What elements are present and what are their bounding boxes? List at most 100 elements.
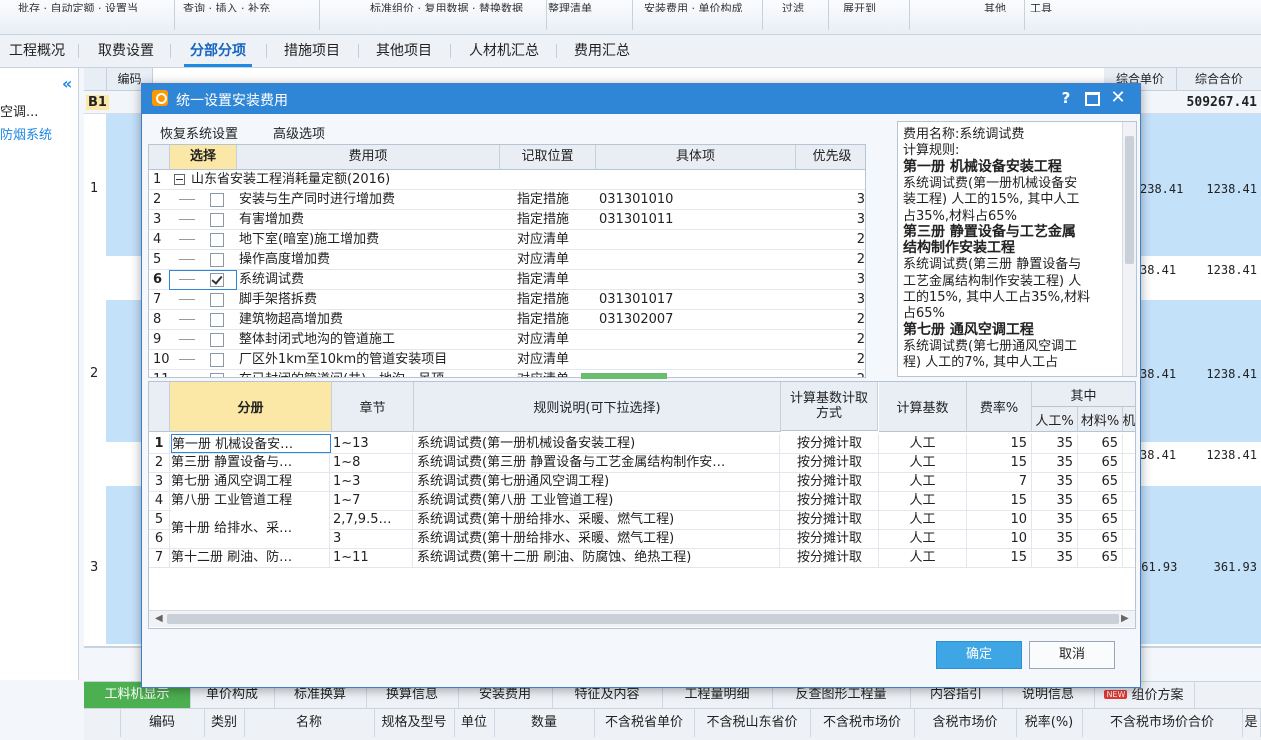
tree-item-smoke[interactable]: 防烟系统 xyxy=(0,124,52,143)
base-mode-cell[interactable]: 按分摊计取 xyxy=(781,510,879,529)
chapter-cell[interactable]: 1~8 xyxy=(333,453,413,472)
volume-cell[interactable]: 第十册 给排水、采… xyxy=(171,510,330,548)
rate-cell[interactable]: 15 xyxy=(967,548,1032,567)
chapter-cell[interactable]: 2,7,9.5… xyxy=(333,510,413,529)
table-row[interactable]: 9 整体封闭式地沟的管道施工 对应清单 2 xyxy=(149,330,865,350)
table-row[interactable]: 10 厂区外1km至10km的管道安装项目 对应清单 2 xyxy=(149,350,865,370)
table-row[interactable]: 8 建筑物超高增加费 指定措施 031302007 2 xyxy=(149,310,865,330)
toolbar-item[interactable]: 标准组价 · 复用数据 · 替换数据 xyxy=(370,0,540,12)
toolbar-item[interactable]: 其他 xyxy=(984,0,1018,12)
rate-cell[interactable]: 15 xyxy=(967,491,1032,510)
toolbar-item[interactable]: 展开到 xyxy=(843,0,903,12)
fee-position[interactable]: 对应清单 xyxy=(517,250,595,269)
labor-pct-cell[interactable]: 35 xyxy=(1032,453,1078,472)
fee-priority[interactable]: 3 xyxy=(799,270,865,289)
chapter-cell[interactable]: 1~7 xyxy=(333,491,413,510)
fee-specific-item[interactable] xyxy=(599,270,791,289)
labor-pct-cell[interactable]: 35 xyxy=(1032,434,1078,453)
toolbar-item[interactable]: 查询 · 插入 · 补充 xyxy=(183,0,313,12)
base-mode-cell[interactable]: 按分摊计取 xyxy=(781,453,879,472)
fee-priority[interactable]: 3 xyxy=(799,210,865,229)
rule-cell[interactable]: 系统调试费(第一册机械设备安装工程) xyxy=(417,434,780,453)
fee-priority[interactable]: 2 xyxy=(799,330,865,349)
fee-position[interactable]: 指定措施 xyxy=(517,210,595,229)
labor-pct-cell[interactable]: 35 xyxy=(1032,491,1078,510)
table-row-group[interactable]: 1 山东省安装工程消耗量定额(2016) xyxy=(149,170,865,190)
fee-specific-item[interactable]: 031301011 xyxy=(599,210,791,229)
rate-cell[interactable]: 10 xyxy=(967,510,1032,529)
fee-priority[interactable]: 2 xyxy=(799,350,865,369)
fee-position[interactable]: 对应清单 xyxy=(517,230,595,249)
material-pct-cell[interactable]: 65 xyxy=(1078,472,1123,491)
table-row[interactable]: 6 系统调试费 指定清单 3 xyxy=(149,270,865,290)
rule-cell[interactable]: 系统调试费(第十册给排水、采暖、燃气工程) xyxy=(417,510,780,529)
splitter-handle[interactable] xyxy=(581,373,667,379)
rule-cell[interactable]: 系统调试费(第十二册 刷油、防腐蚀、绝热工程) xyxy=(417,548,780,567)
table-row[interactable]: 4 第八册 工业管道工程 1~7 系统调试费(第八册 工业管道工程) 按分摊计取 人工 15… xyxy=(149,491,1135,511)
toolbar-item[interactable]: 整理清单 xyxy=(548,0,626,12)
fee-priority[interactable]: 3 xyxy=(799,290,865,309)
rule-cell[interactable]: 系统调试费(第十册给排水、采暖、燃气工程) xyxy=(417,529,780,548)
toolbar-item[interactable]: 工具 xyxy=(1030,0,1082,12)
material-pct-cell[interactable]: 65 xyxy=(1078,491,1123,510)
toolbar-item[interactable]: 过滤 xyxy=(782,0,822,12)
base-cell[interactable]: 人工 xyxy=(879,510,967,529)
select-checkbox[interactable] xyxy=(210,293,224,307)
tab-sub-items[interactable]: 分部分项 xyxy=(176,35,260,67)
chapter-cell[interactable]: 3 xyxy=(333,529,413,548)
rate-cell[interactable]: 10 xyxy=(967,529,1032,548)
chapter-cell[interactable]: 1~11 xyxy=(333,548,413,567)
labor-pct-cell[interactable]: 35 xyxy=(1032,510,1078,529)
fee-position[interactable]: 指定措施 xyxy=(517,310,595,329)
tab-labor-material-summary[interactable]: 人材机汇总 xyxy=(456,35,552,67)
volume-cell[interactable]: 第三册 静置设备与… xyxy=(171,453,330,472)
table-row[interactable]: 2 第三册 静置设备与… 1~8 系统调试费(第三册 静置设备与工艺金属结构制作安… 按… xyxy=(149,453,1135,473)
fee-priority[interactable]: 2 xyxy=(799,370,865,377)
material-pct-cell[interactable]: 65 xyxy=(1078,434,1123,453)
table-row[interactable]: 1 第一册 机械设备安… 1~13 系统调试费(第一册机械设备安装工程) 按分摊计取 人工… xyxy=(149,434,1135,454)
tree-item-aircon[interactable]: 空调... xyxy=(0,101,38,120)
rate-cell[interactable]: 15 xyxy=(967,434,1032,453)
fee-position[interactable]: 对应清单 xyxy=(517,330,595,349)
base-cell[interactable]: 人工 xyxy=(879,453,967,472)
rule-cell[interactable]: 系统调试费(第八册 工业管道工程) xyxy=(417,491,780,510)
fee-specific-item[interactable]: 031302007 xyxy=(599,310,791,329)
base-cell[interactable]: 人工 xyxy=(879,434,967,453)
table-row[interactable]: 5 操作高度增加费 对应清单 2 xyxy=(149,250,865,270)
fee-position[interactable]: 指定清单 xyxy=(517,270,595,289)
base-mode-cell[interactable]: 按分摊计取 xyxy=(781,434,879,453)
select-checkbox[interactable] xyxy=(210,373,224,377)
material-pct-cell[interactable]: 65 xyxy=(1078,510,1123,529)
fee-specific-item[interactable] xyxy=(599,330,791,349)
close-icon[interactable]: ✕ xyxy=(1108,87,1128,108)
material-pct-cell[interactable]: 65 xyxy=(1078,453,1123,472)
fee-priority[interactable]: 2 xyxy=(799,230,865,249)
base-cell[interactable]: 人工 xyxy=(879,548,967,567)
labor-pct-cell[interactable]: 35 xyxy=(1032,548,1078,567)
fee-specific-item[interactable]: 031301010 xyxy=(599,190,791,209)
help-icon[interactable]: ? xyxy=(1056,89,1076,107)
rule-cell[interactable]: 系统调试费(第三册 静置设备与工艺金属结构制作安… xyxy=(417,453,780,472)
select-checkbox[interactable] xyxy=(210,233,224,247)
tab-measures[interactable]: 措施项目 xyxy=(272,35,352,67)
cancel-button[interactable]: 取消 xyxy=(1029,641,1115,669)
base-cell[interactable]: 人工 xyxy=(879,491,967,510)
select-checkbox[interactable] xyxy=(210,313,224,327)
lower-hscrollbar[interactable]: ◀ ▶ xyxy=(149,610,1135,627)
base-mode-cell[interactable]: 按分摊计取 xyxy=(781,529,879,548)
select-checkbox[interactable] xyxy=(210,353,224,367)
base-cell[interactable]: 人工 xyxy=(879,529,967,548)
labor-pct-cell[interactable]: 35 xyxy=(1032,529,1078,548)
table-row[interactable]: 11在已封闭的管道间(井)、地沟、吊顶…对应清单2 xyxy=(149,370,865,377)
toolbar-item[interactable]: 批存 · 自动定额 · 设置当 xyxy=(18,0,168,12)
table-row[interactable]: 3 有害增加费 指定措施 031301011 3 xyxy=(149,210,865,230)
base-mode-cell[interactable]: 按分摊计取 xyxy=(781,491,879,510)
tab-project-overview[interactable]: 工程概况 xyxy=(0,35,74,67)
select-checkbox[interactable] xyxy=(210,333,224,347)
desc-scrollbar[interactable] xyxy=(1122,122,1136,376)
chapter-cell[interactable]: 1~3 xyxy=(333,472,413,491)
volume-cell[interactable]: 第七册 通风空调工程 xyxy=(171,472,330,491)
fee-priority[interactable]: 2 xyxy=(799,250,865,269)
fee-specific-item[interactable] xyxy=(599,250,791,269)
rate-cell[interactable]: 7 xyxy=(967,472,1032,491)
